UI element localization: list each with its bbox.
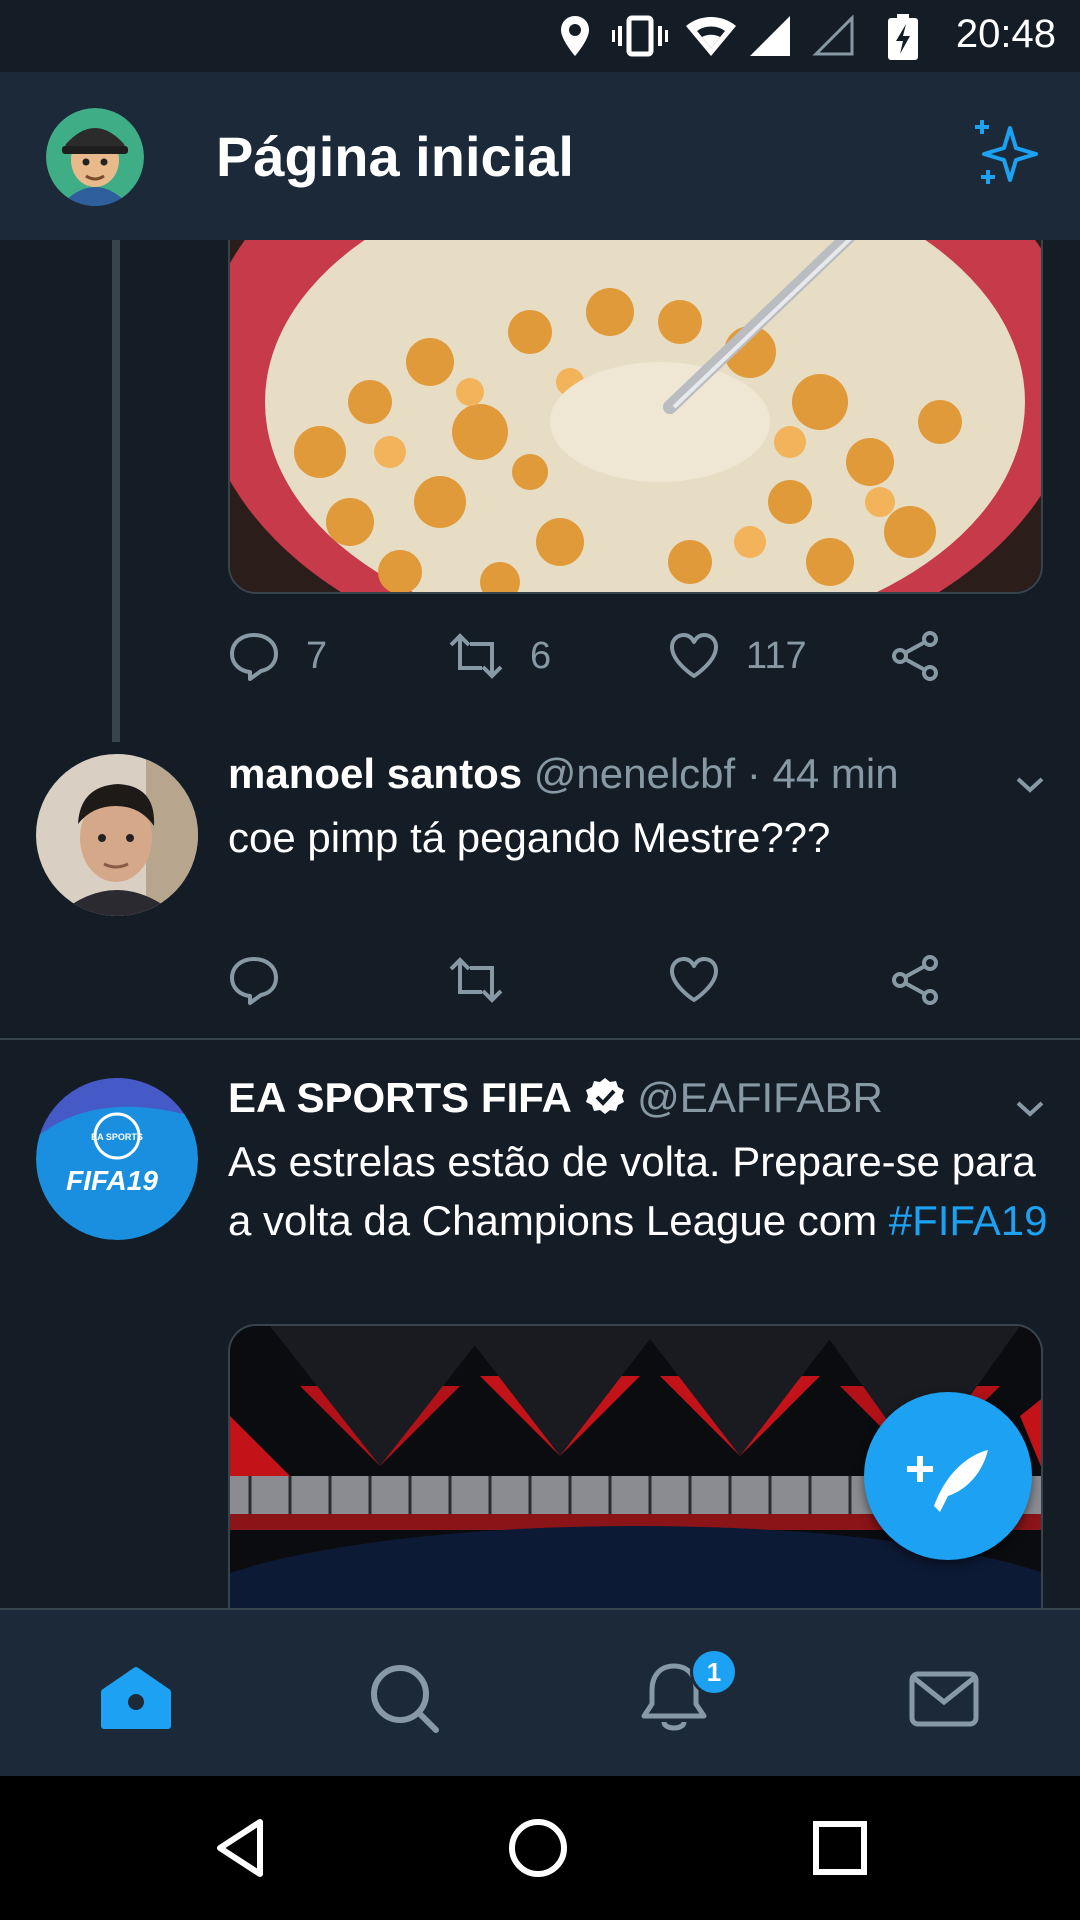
signal-empty-icon [812,14,854,56]
home-circle-icon[interactable] [506,1816,570,1880]
tweet-text: As estrelas estão de volta. Prepare-se p… [228,1132,1048,1250]
tweet-header: manoel santos @nenelcbf · 44 min [228,750,899,798]
status-bar: 20:48 [0,0,1080,72]
like-button[interactable]: 117 [668,626,807,686]
tweet-header: EA SPORTS FIFA @EAFIFABR [228,1074,883,1122]
clock: 20:48 [955,12,1056,56]
compose-tweet-button[interactable] [864,1392,1032,1560]
app-bar: Página inicial [0,72,1080,240]
reply-count: 7 [306,634,328,677]
recent-apps-icon[interactable] [808,1816,872,1880]
tweet-media-image[interactable] [228,240,1043,594]
separator-dot: · [735,750,773,797]
tweet-divider [0,1038,1080,1040]
bottom-tab-bar: 1 [0,1608,1080,1776]
tweet-actions [228,950,1048,1010]
page-title: Página inicial [216,125,574,188]
retweet-button[interactable] [448,950,504,1010]
messages-icon[interactable] [904,1658,984,1738]
reply-icon [230,633,278,681]
retweet-button[interactable]: 6 [448,626,551,686]
notifications-badge: 1 [690,1648,738,1696]
reply-button[interactable]: 7 [228,626,327,686]
chevron-down-icon[interactable] [1012,1090,1048,1126]
display-name[interactable]: manoel santos [228,750,522,797]
share-button[interactable] [890,626,942,686]
user-avatar[interactable]: EA SPORTS FIFA19 [36,1078,198,1240]
user-handle[interactable]: @nenelcbf [534,750,735,797]
user-avatar[interactable] [36,754,198,916]
like-count: 117 [746,634,807,677]
hashtag-link[interactable]: #FIFA19 [889,1197,1048,1244]
tweet-time: 44 min [772,750,899,797]
wifi-icon [686,17,736,56]
thread-connector [112,240,120,742]
user-handle[interactable]: @EAFIFABR [637,1074,883,1121]
share-icon [892,955,938,1005]
profile-avatar[interactable] [46,108,144,206]
search-icon[interactable] [364,1658,444,1738]
share-icon [892,631,938,681]
verified-badge-icon [585,1078,624,1114]
retweet-icon [449,633,503,679]
tweet-actions: 7 6 117 [228,626,1048,686]
location-icon [561,16,589,56]
vibrate-icon [612,15,668,57]
tweet-text: coe pimp tá pegando Mestre??? [228,814,831,861]
fifa-logo-ea: EA SPORTS [91,1132,143,1142]
sparkle-icon[interactable] [970,118,1042,190]
heart-icon [670,957,718,1002]
signal-icon [750,16,790,56]
home-icon[interactable] [96,1658,176,1738]
retweet-count: 6 [530,634,552,677]
chevron-down-icon[interactable] [1012,766,1048,802]
reply-icon [230,957,278,1005]
system-navigation-bar [0,1776,1080,1920]
battery-charging-icon [888,14,918,60]
display-name[interactable]: EA SPORTS FIFA [228,1074,572,1121]
fifa-logo-text: FIFA19 [66,1165,158,1196]
back-icon[interactable] [210,1816,274,1880]
like-button[interactable] [668,950,720,1010]
retweet-icon [449,957,503,1003]
share-button[interactable] [890,950,942,1010]
heart-icon [670,633,718,678]
compose-feather-icon [907,1450,988,1512]
reply-button[interactable] [228,950,280,1010]
